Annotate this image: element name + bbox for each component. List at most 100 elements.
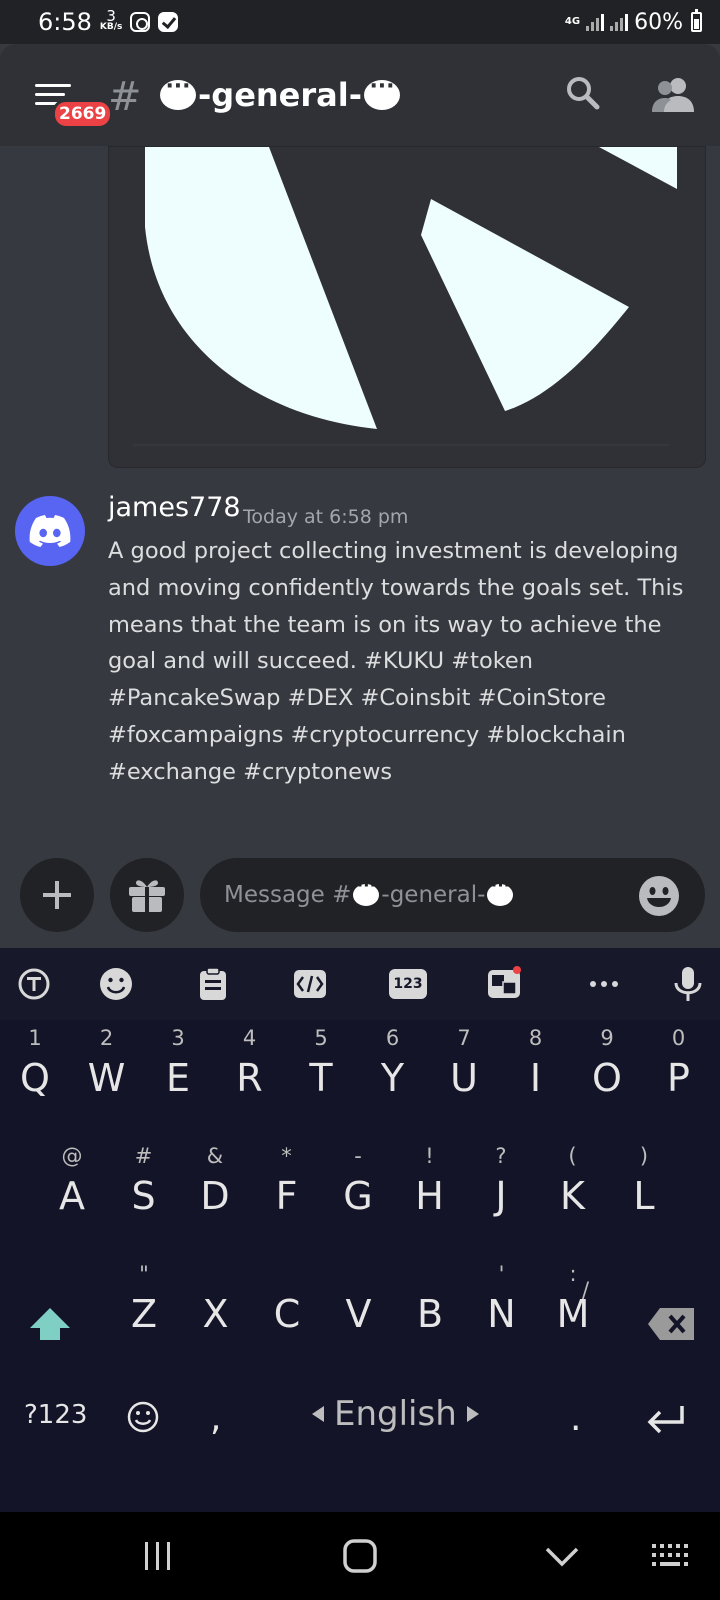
emoji-key-icon[interactable] [126, 1400, 160, 1434]
key-a[interactable]: @ A [50, 1144, 94, 1218]
key-hint: @ [61, 1144, 83, 1168]
key-hint: ) [639, 1144, 649, 1168]
key-label: E [165, 1056, 190, 1100]
key-label: Q [20, 1056, 50, 1100]
speech-bubble-icon [353, 876, 380, 906]
add-attachment-button[interactable] [20, 858, 94, 932]
message-input[interactable]: Message # -general- [200, 858, 705, 932]
net-speed-value: 3 [106, 7, 116, 25]
key-hint-slash: / [582, 1278, 590, 1302]
key-v[interactable]: V [337, 1292, 381, 1336]
key-h[interactable]: ! H [408, 1144, 452, 1218]
comma-key[interactable]: , [210, 1398, 221, 1439]
key-r[interactable]: 4R [228, 1026, 272, 1100]
key-hint: ' [498, 1262, 505, 1286]
key-c[interactable]: C [265, 1292, 309, 1336]
chevron-down-icon[interactable] [544, 1546, 580, 1568]
key-hint: 9 [600, 1026, 614, 1050]
key-hint: & [206, 1144, 224, 1168]
text-translate-icon[interactable] [16, 966, 52, 1002]
key-hint: ( [568, 1144, 577, 1168]
more-options-icon[interactable] [586, 966, 622, 1002]
key-k[interactable]: (K [551, 1144, 595, 1218]
message-timestamp: Today at 6:58 pm [243, 506, 409, 528]
search-icon[interactable] [566, 76, 600, 110]
key-i[interactable]: 8I [514, 1026, 558, 1100]
backspace-key[interactable] [648, 1308, 694, 1340]
key-hint: 3 [171, 1026, 185, 1050]
battery-percent: 60% [634, 9, 683, 35]
key-x[interactable]: X [194, 1292, 238, 1336]
key-hint: * [281, 1144, 292, 1168]
key-hint: 7 [457, 1026, 471, 1050]
language-label: English [334, 1394, 457, 1434]
plus-icon [43, 881, 71, 909]
key-e[interactable]: 3E [156, 1026, 200, 1100]
key-label: H [415, 1174, 444, 1218]
message-image-embed[interactable] [108, 146, 706, 468]
key-l[interactable]: ) L [622, 1144, 666, 1218]
key-label: Y [380, 1056, 405, 1100]
key-j[interactable]: ? J [479, 1144, 523, 1218]
clipboard-icon[interactable] [195, 966, 231, 1002]
key-g[interactable]: -G [336, 1144, 380, 1218]
arrow-left-icon [312, 1406, 324, 1422]
navigation-bar [0, 1512, 720, 1600]
keyboard-hide-icon[interactable] [652, 1544, 692, 1570]
key-label: U [450, 1056, 478, 1100]
key-label: C [273, 1292, 301, 1336]
network-type: 4G [564, 16, 581, 27]
key-d[interactable]: & D [193, 1144, 237, 1218]
key-hint: - [354, 1144, 362, 1168]
space-key[interactable]: English [312, 1394, 479, 1434]
keyboard-toolbar: 123 [0, 948, 720, 1020]
symbols-key[interactable]: ?123 [24, 1400, 87, 1430]
key-label: O [592, 1056, 622, 1100]
key-hint: 0 [671, 1026, 686, 1050]
composer: Message # -general- [0, 854, 720, 950]
key-b[interactable]: B [408, 1292, 452, 1336]
key-label: Z [130, 1292, 158, 1336]
numbers-panel-button[interactable]: 123 [389, 966, 427, 1002]
key-label: X [202, 1292, 229, 1336]
signal-2-icon [610, 13, 629, 31]
key-t[interactable]: 5T [299, 1026, 343, 1100]
key-s[interactable]: # S [122, 1144, 166, 1218]
key-hint: # [134, 1144, 153, 1168]
key-w[interactable]: 2W [85, 1026, 129, 1100]
checkbox-notification-icon [158, 12, 179, 32]
microphone-icon[interactable] [670, 966, 706, 1002]
shift-key[interactable] [30, 1306, 70, 1342]
emoji-icon[interactable] [98, 966, 134, 1002]
key-o[interactable]: 9O [585, 1026, 629, 1100]
key-y[interactable]: 6Y [371, 1026, 415, 1100]
key-label: L [633, 1174, 655, 1218]
status-time: 6:58 [38, 8, 92, 36]
text-edit-icon[interactable] [292, 966, 328, 1002]
key-label: N [487, 1292, 516, 1336]
enter-key-icon[interactable] [646, 1404, 686, 1434]
emoji-icon[interactable] [639, 876, 679, 916]
key-hint: 2 [99, 1026, 114, 1050]
speech-bubble-icon [364, 74, 400, 110]
key-n[interactable]: ' N [480, 1262, 524, 1336]
gift-button[interactable] [110, 858, 184, 932]
channel-title[interactable]: -general- [158, 74, 402, 114]
translate-icon[interactable] [486, 966, 522, 1002]
members-icon[interactable] [652, 76, 694, 112]
key-label: J [495, 1174, 507, 1218]
home-icon[interactable] [342, 1538, 378, 1574]
key-f[interactable]: * F [265, 1144, 309, 1218]
avatar[interactable] [15, 496, 85, 566]
recent-apps-icon[interactable] [142, 1540, 174, 1572]
key-z[interactable]: " Z [122, 1262, 166, 1336]
signal-icon [586, 13, 605, 31]
key-u[interactable]: 7U [442, 1026, 486, 1100]
key-q[interactable]: 1Q [13, 1026, 57, 1100]
key-label: V [345, 1292, 372, 1336]
message-author[interactable]: james778 [108, 492, 241, 523]
key-label: T [309, 1056, 333, 1100]
channel-name: -general- [198, 76, 362, 114]
period-key[interactable]: . [570, 1398, 581, 1439]
key-p[interactable]: 0P [657, 1026, 701, 1100]
